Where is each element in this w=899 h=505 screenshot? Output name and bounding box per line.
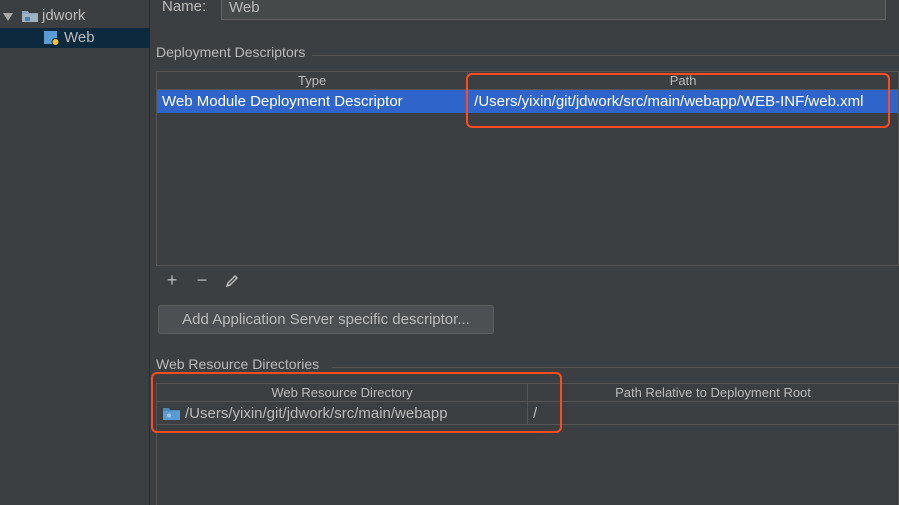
tree-node-web[interactable]: Web	[0, 28, 150, 48]
name-label: Name:	[162, 0, 207, 15]
descriptor-path-cell: /Users/yixin/git/jdwork/src/main/webapp/…	[474, 93, 864, 110]
section-divider	[312, 55, 899, 56]
web-resource-table[interactable]: Web Resource Directory Path Relative to …	[156, 383, 899, 505]
column-header-path[interactable]: Path	[468, 72, 898, 90]
deployment-descriptors-table[interactable]: Type Path Web Module Deployment Descript…	[156, 71, 899, 266]
tree-node-label: jdwork	[42, 7, 86, 24]
remove-descriptor-button[interactable]: −	[192, 270, 212, 291]
table-header: Type Path	[157, 72, 898, 90]
resource-directory-path: /Users/yixin/git/jdwork/src/main/webapp	[185, 405, 448, 422]
resource-directory-cell: /Users/yixin/git/jdwork/src/main/webapp	[157, 402, 528, 425]
facet-settings-window: jdwork Web Name: Web Deployment Descript…	[0, 0, 899, 505]
module-folder-icon	[22, 11, 38, 22]
column-header-directory[interactable]: Web Resource Directory	[157, 384, 528, 402]
table-header: Web Resource Directory Path Relative to …	[157, 384, 898, 402]
expand-triangle-icon[interactable]	[3, 13, 13, 21]
add-descriptor-button[interactable]: +	[162, 270, 182, 291]
descriptor-type-cell: Web Module Deployment Descriptor	[162, 93, 403, 110]
tree-node-jdwork[interactable]: jdwork	[0, 6, 150, 26]
name-input[interactable]: Web	[221, 0, 886, 20]
table-row[interactable]: Web Module Deployment Descriptor /Users/…	[157, 90, 898, 113]
section-divider	[332, 367, 899, 368]
web-resource-folder-icon	[163, 408, 180, 420]
add-server-descriptor-button[interactable]: Add Application Server specific descript…	[158, 305, 494, 334]
table-row[interactable]: /Users/yixin/git/jdwork/src/main/webapp …	[157, 402, 898, 425]
edit-descriptor-button[interactable]	[222, 271, 242, 291]
descriptor-toolbar: + −	[156, 265, 899, 295]
project-tree: jdwork Web	[0, 0, 150, 505]
pencil-icon	[225, 274, 239, 287]
deployment-descriptors-title: Deployment Descriptors	[156, 44, 306, 60]
facet-editor: Name: Web Deployment Descriptors Type Pa…	[150, 0, 899, 505]
tree-node-label: Web	[64, 29, 95, 46]
column-header-relative-path[interactable]: Path Relative to Deployment Root	[528, 384, 898, 402]
column-header-type[interactable]: Type	[157, 72, 469, 90]
web-resource-directories-title: Web Resource Directories	[156, 356, 320, 372]
resource-relative-path-cell: /	[533, 405, 538, 422]
web-facet-icon	[44, 31, 60, 46]
